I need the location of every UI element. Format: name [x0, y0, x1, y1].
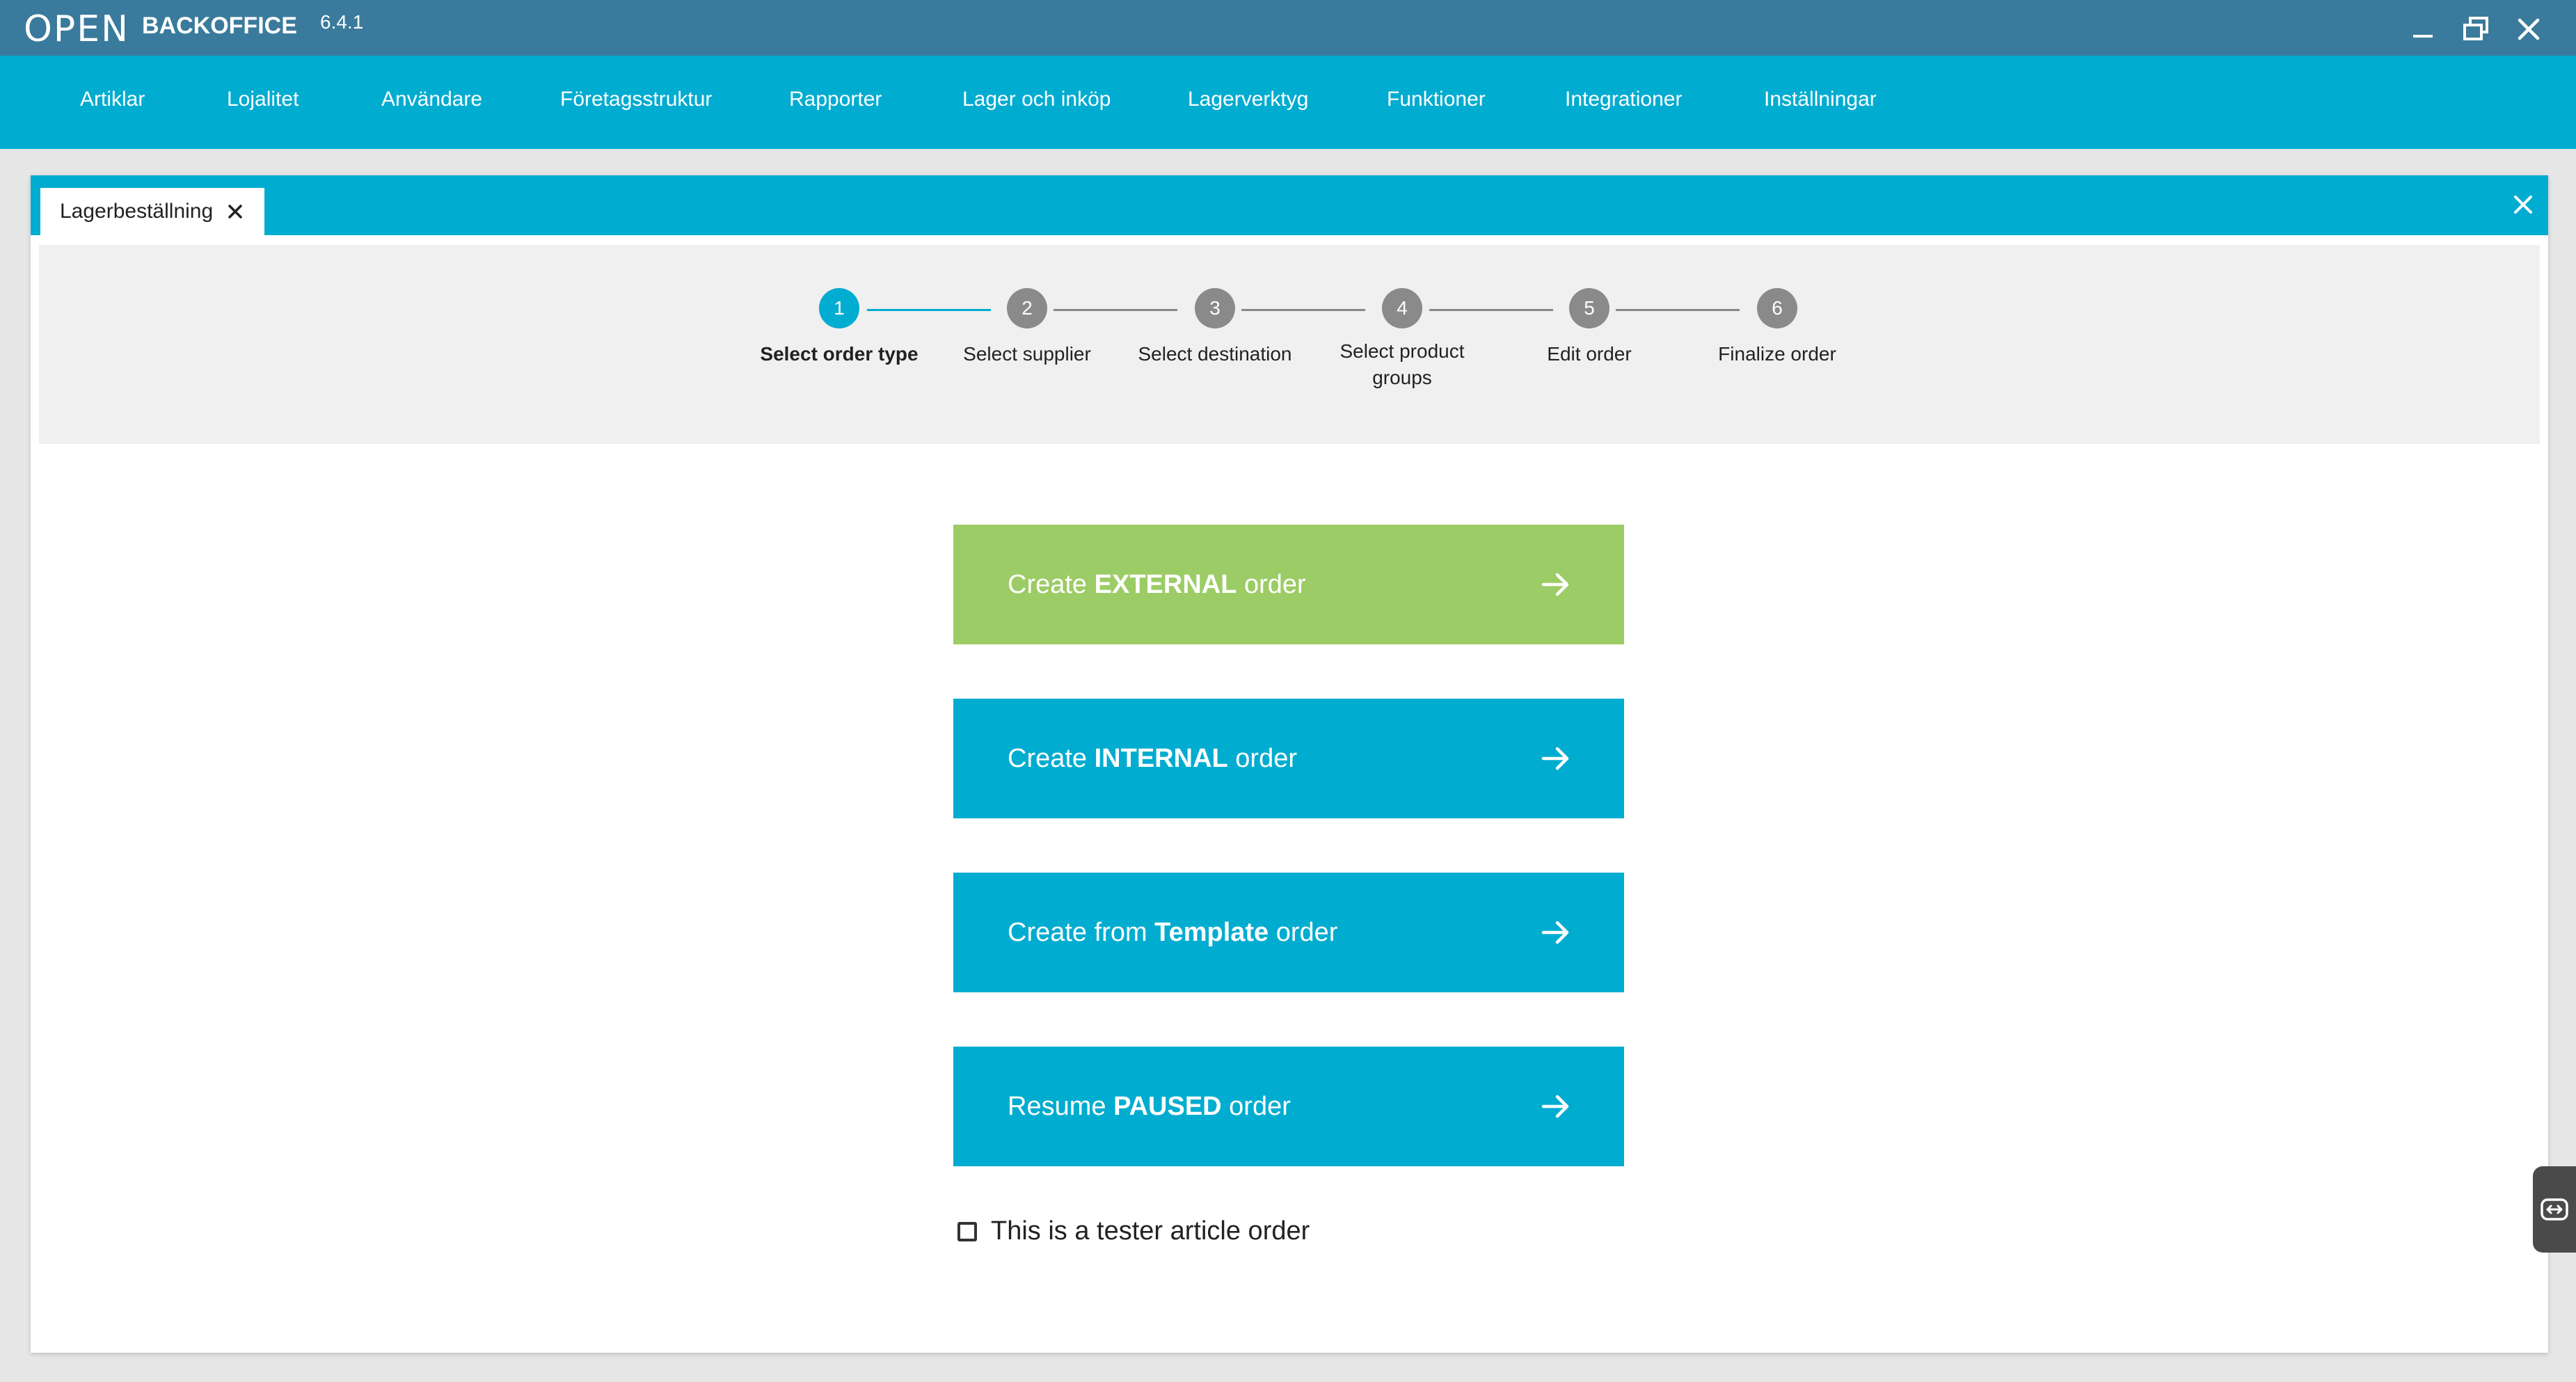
step-select-order-type: 1 Select order type	[735, 288, 944, 367]
button-text: Create from Template order	[1008, 917, 1338, 947]
main-menu: Artiklar Lojalitet Användare Företagsstr…	[0, 56, 2576, 149]
wizard-steps: 1 Select order type 2 Select supplier 3 …	[39, 245, 2540, 444]
step-number: 3	[1195, 288, 1235, 328]
step-finalize-order: 6 Finalize order	[1673, 288, 1882, 367]
menu-item-lojalitet[interactable]: Lojalitet	[227, 88, 299, 111]
step-label: Select destination	[1138, 343, 1292, 365]
arrow-right-icon	[1541, 573, 1569, 596]
create-template-order-button[interactable]: Create from Template order	[953, 873, 1624, 992]
order-panel: Lagerbeställning 1 Select order type 2 S…	[31, 175, 2548, 1353]
app-logo: OPEN	[24, 8, 130, 50]
menu-item-rapporter[interactable]: Rapporter	[789, 88, 882, 111]
restore-button[interactable]	[2455, 10, 2497, 49]
close-icon	[2518, 18, 2540, 40]
step-label: Edit order	[1547, 343, 1632, 365]
menu-item-foretagsstruktur[interactable]: Företagsstruktur	[560, 88, 712, 111]
step-label: Select product groups	[1339, 340, 1465, 388]
restore-icon	[2463, 17, 2488, 40]
menu-item-anvandare[interactable]: Användare	[381, 88, 482, 111]
panel-close-button[interactable]	[2509, 191, 2537, 219]
step-number: 6	[1757, 288, 1797, 328]
remote-support-icon	[2541, 1198, 2568, 1221]
button-text: Create EXTERNAL order	[1008, 569, 1306, 599]
step-number: 2	[1007, 288, 1047, 328]
step-label: Finalize order	[1718, 343, 1836, 365]
step-number: 1	[819, 288, 859, 328]
tester-order-checkbox[interactable]	[957, 1221, 977, 1241]
step-label: Select order type	[760, 343, 919, 365]
close-icon	[228, 205, 242, 219]
menu-item-artiklar[interactable]: Artiklar	[80, 88, 145, 111]
step-select-product-groups: 4 Select product groups	[1298, 288, 1506, 391]
menu-item-funktioner[interactable]: Funktioner	[1387, 88, 1486, 111]
menu-item-lagerverktyg[interactable]: Lagerverktyg	[1188, 88, 1308, 111]
arrow-right-icon	[1541, 1095, 1569, 1118]
menu-item-lager-och-inkop[interactable]: Lager och inköp	[962, 88, 1111, 111]
tab-lagerbestallning[interactable]: Lagerbeställning	[40, 188, 265, 235]
minimize-icon	[2413, 35, 2433, 38]
button-text: Resume PAUSED order	[1008, 1091, 1291, 1121]
create-internal-order-button[interactable]: Create INTERNAL order	[953, 699, 1624, 818]
tester-order-option[interactable]: This is a tester article order	[957, 1216, 1310, 1246]
step-select-destination: 3 Select destination	[1111, 288, 1319, 367]
step-select-supplier: 2 Select supplier	[923, 288, 1131, 367]
app-version: 6.4.1	[320, 11, 364, 33]
button-text: Create INTERNAL order	[1008, 743, 1298, 773]
step-edit-order: 5 Edit order	[1485, 288, 1694, 367]
step-number: 5	[1569, 288, 1609, 328]
app-name: BACKOFFICE	[142, 13, 297, 39]
menu-item-integrationer[interactable]: Integrationer	[1565, 88, 1682, 111]
menu-item-installningar[interactable]: Inställningar	[1764, 88, 1877, 111]
panel-tab-strip: Lagerbeställning	[31, 175, 2548, 235]
create-external-order-button[interactable]: Create EXTERNAL order	[953, 525, 1624, 644]
tab-close-button[interactable]	[225, 202, 245, 221]
title-bar: OPEN BACKOFFICE 6.4.1	[0, 0, 2576, 56]
arrow-right-icon	[1541, 747, 1569, 770]
side-panel-handle[interactable]	[2533, 1166, 2576, 1253]
resume-paused-order-button[interactable]: Resume PAUSED order	[953, 1047, 1624, 1166]
tab-label: Lagerbeställning	[60, 200, 214, 223]
arrow-right-icon	[1541, 921, 1569, 944]
step-number: 4	[1382, 288, 1422, 328]
window-close-button[interactable]	[2508, 10, 2550, 49]
close-icon	[2514, 196, 2532, 214]
tester-order-label: This is a tester article order	[991, 1216, 1310, 1246]
step-label: Select supplier	[963, 343, 1091, 365]
minimize-button[interactable]	[2402, 10, 2444, 49]
